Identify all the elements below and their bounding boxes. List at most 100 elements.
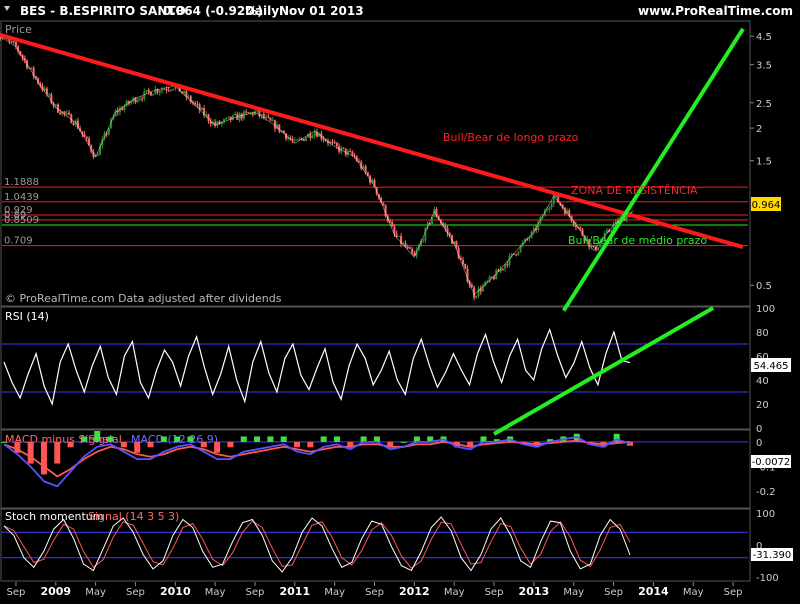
macd-hist-bar bbox=[120, 441, 127, 448]
price-candle bbox=[508, 255, 511, 266]
macd-hist-bar bbox=[27, 441, 34, 464]
price-candle bbox=[322, 138, 325, 140]
macd-hist-bar bbox=[1, 441, 7, 443]
x-tick: May bbox=[205, 587, 226, 598]
price-candle bbox=[335, 142, 338, 147]
price-candle bbox=[14, 41, 17, 47]
price-candle bbox=[579, 227, 582, 230]
price-candles bbox=[0, 34, 634, 301]
macd-hist-bar bbox=[160, 436, 167, 442]
title-bar: BES - B.ESPIRITO SANTO 0.964 (-0.92%) Da… bbox=[0, 0, 800, 20]
resistance-zone-annotation: ZONA DE RESISTÊNCIA bbox=[571, 184, 698, 197]
price-candle bbox=[225, 117, 228, 120]
price-candle bbox=[311, 136, 314, 138]
macd-last-value-badge: -0.0072 bbox=[751, 455, 791, 468]
price-y-tick: 2.5 bbox=[756, 99, 772, 110]
price-candle bbox=[304, 137, 307, 141]
x-axis: Sep 2009 May Sep 2010 May Sep 2011 May Sep 2012 May… bbox=[0, 582, 800, 600]
price-candle bbox=[298, 138, 301, 140]
price-candle bbox=[152, 94, 155, 96]
x-tick: Sep bbox=[126, 587, 145, 598]
price-candle bbox=[165, 89, 168, 91]
price-candle bbox=[96, 155, 99, 157]
price-candle bbox=[422, 240, 425, 242]
price-candle bbox=[269, 117, 272, 121]
price-candle bbox=[256, 110, 259, 112]
price-candle bbox=[141, 98, 144, 100]
price-candle bbox=[0, 37, 2, 39]
price-y-tick: 4.5 bbox=[756, 32, 772, 43]
price-candle bbox=[302, 138, 305, 141]
x-tick: Sep bbox=[7, 587, 26, 598]
x-tick: 2014 bbox=[638, 585, 669, 598]
rsi-line bbox=[3, 327, 631, 406]
mid-term-annotation: Bull/Bear de médio prazo bbox=[568, 234, 707, 247]
rsi-last-value-badge: 54.465 bbox=[751, 358, 791, 372]
stoch-signal-legend: Signal (14 3 5 3) bbox=[88, 510, 179, 523]
price-candle bbox=[65, 112, 68, 114]
price-candle bbox=[72, 123, 75, 125]
x-tick: Sep bbox=[604, 587, 623, 598]
price-candle bbox=[296, 139, 299, 141]
macd-hist-bar bbox=[200, 441, 207, 448]
price-candle bbox=[517, 251, 520, 255]
x-tick: Sep bbox=[485, 587, 504, 598]
macd-hist-bar bbox=[333, 436, 340, 442]
price-candle bbox=[382, 203, 385, 206]
price-candle bbox=[158, 91, 161, 93]
x-tick: May bbox=[85, 587, 106, 598]
price-candle bbox=[247, 112, 250, 114]
macd-hist-bar bbox=[107, 436, 114, 442]
long-term-annotation: Bull/Bear de longo prazo bbox=[443, 131, 579, 144]
price-trendlines bbox=[0, 27, 745, 312]
macd-hist-bar bbox=[320, 436, 327, 442]
price-candle bbox=[506, 264, 509, 266]
macd-hist-bar bbox=[134, 441, 141, 453]
rsi-y-tick: 40 bbox=[756, 376, 769, 387]
price-y-tick: 0.5 bbox=[756, 281, 772, 292]
x-tick: 2013 bbox=[519, 585, 550, 598]
macd-hist-bar bbox=[187, 436, 194, 442]
price-candle bbox=[183, 91, 186, 94]
macd-hist-bar bbox=[280, 436, 287, 442]
price-candle bbox=[240, 113, 243, 119]
rsi-panel bbox=[0, 306, 751, 430]
rsi-y-tick: 0 bbox=[756, 424, 762, 435]
macd-hist-bar bbox=[147, 441, 154, 448]
site-label: www.ProRealTime.com bbox=[638, 4, 793, 18]
macd-hist-bar bbox=[214, 441, 221, 453]
price-candle bbox=[309, 133, 312, 138]
x-tick: May bbox=[324, 587, 345, 598]
price-candle bbox=[342, 147, 345, 149]
price-candle bbox=[462, 259, 465, 264]
price-candle bbox=[187, 96, 190, 98]
price-candle bbox=[331, 141, 334, 143]
price-y-tick: 1.5 bbox=[756, 157, 772, 168]
price-candle bbox=[85, 136, 88, 139]
price-y-tick: 2 bbox=[756, 124, 762, 135]
price-candle bbox=[397, 235, 400, 237]
rsi-last-value: 54.465 bbox=[754, 361, 789, 372]
price-candle bbox=[227, 116, 230, 118]
price-y-axis: 4.5 3.5 2.5 2 1.5 0.5 bbox=[750, 32, 772, 292]
price-candle bbox=[48, 94, 51, 96]
x-tick: 2009 bbox=[40, 585, 71, 598]
x-tick: May bbox=[683, 587, 704, 598]
price-candle bbox=[597, 247, 600, 251]
x-tick: Sep bbox=[246, 587, 265, 598]
stoch-last-value-badge: -31.390 bbox=[751, 548, 793, 561]
price-candle bbox=[216, 121, 219, 126]
price-candle bbox=[147, 90, 150, 92]
price-candle bbox=[362, 166, 365, 169]
price-candle bbox=[169, 89, 172, 91]
level-label-1: 1.0439 bbox=[4, 192, 39, 203]
x-tick: Sep bbox=[724, 587, 743, 598]
price-candle bbox=[493, 277, 496, 280]
x-tick: May bbox=[444, 587, 465, 598]
price-candle bbox=[238, 113, 241, 120]
x-tick: 2010 bbox=[160, 585, 191, 598]
macd-signal-legend: Signal bbox=[88, 433, 122, 446]
price-candle bbox=[351, 151, 354, 156]
price-candle bbox=[364, 166, 367, 173]
chart-window: BES - B.ESPIRITO SANTO 0.964 (-0.92%) Da… bbox=[0, 0, 800, 600]
